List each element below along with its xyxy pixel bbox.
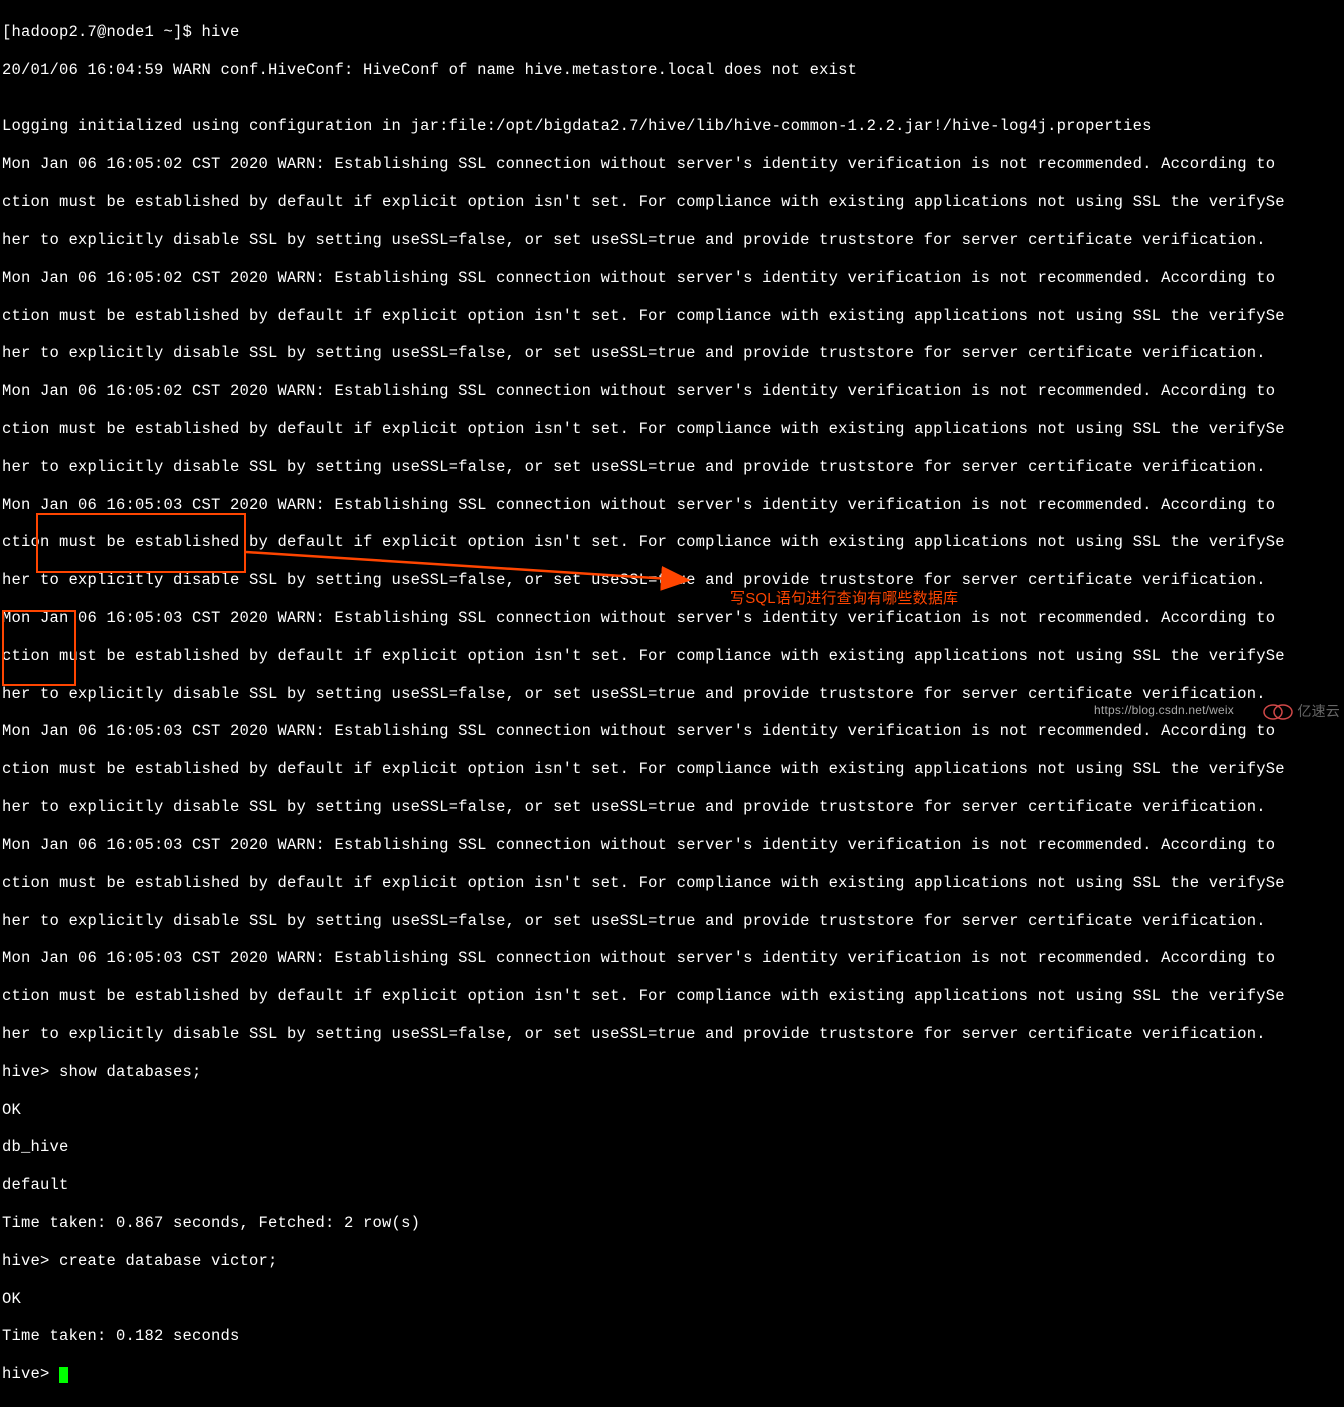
ssl-warn-line: her to explicitly disable SSL by setting… <box>2 571 1342 590</box>
ssl-warn-line: ction must be established by default if … <box>2 193 1342 212</box>
yisu-text: 亿速云 <box>1297 703 1340 720</box>
hive-create-database: hive> create database victor; <box>2 1252 1342 1271</box>
hive-prompt: hive> <box>2 1365 59 1383</box>
ssl-warn-line: ction must be established by default if … <box>2 420 1342 439</box>
logging-line: Logging initialized using configuration … <box>2 117 1342 136</box>
ok-output: OK <box>2 1290 1342 1309</box>
ssl-warn-line: her to explicitly disable SSL by setting… <box>2 1025 1342 1044</box>
ssl-warn-line: Mon Jan 06 16:05:02 CST 2020 WARN: Estab… <box>2 269 1342 288</box>
ssl-warn-line: ction must be established by default if … <box>2 307 1342 326</box>
yisu-watermark: 亿速云 <box>1263 702 1340 722</box>
ssl-warn-line: ction must be established by default if … <box>2 760 1342 779</box>
prompt-line: [hadoop2.7@node1 ~]$ hive <box>2 23 1342 42</box>
ssl-warn-line: ction must be established by default if … <box>2 987 1342 1006</box>
ssl-warn-line: Mon Jan 06 16:05:03 CST 2020 WARN: Estab… <box>2 722 1342 741</box>
ssl-warn-line: ction must be established by default if … <box>2 533 1342 552</box>
ssl-warn-line: ction must be established by default if … <box>2 647 1342 666</box>
hive-prompt-line[interactable]: hive> <box>2 1365 1342 1384</box>
ssl-warn-line: Mon Jan 06 16:05:02 CST 2020 WARN: Estab… <box>2 382 1342 401</box>
yisu-logo-icon <box>1263 702 1293 722</box>
ssl-warn-line: her to explicitly disable SSL by setting… <box>2 912 1342 931</box>
time-taken: Time taken: 0.867 seconds, Fetched: 2 ro… <box>2 1214 1342 1233</box>
db-name: default <box>2 1176 1342 1195</box>
cursor-icon <box>59 1367 68 1383</box>
hive-show-databases: hive> show databases; <box>2 1063 1342 1082</box>
ssl-warn-line: Mon Jan 06 16:05:03 CST 2020 WARN: Estab… <box>2 496 1342 515</box>
ok-output: OK <box>2 1101 1342 1120</box>
ssl-warn-line: ction must be established by default if … <box>2 874 1342 893</box>
ssl-warn-line: her to explicitly disable SSL by setting… <box>2 231 1342 250</box>
ssl-warn-line: Mon Jan 06 16:05:02 CST 2020 WARN: Estab… <box>2 155 1342 174</box>
ssl-warn-line: Mon Jan 06 16:05:03 CST 2020 WARN: Estab… <box>2 609 1342 628</box>
warn-line: 20/01/06 16:04:59 WARN conf.HiveConf: Hi… <box>2 61 1342 80</box>
ssl-warn-line: her to explicitly disable SSL by setting… <box>2 685 1342 704</box>
time-taken: Time taken: 0.182 seconds <box>2 1327 1342 1346</box>
ssl-warn-line: her to explicitly disable SSL by setting… <box>2 458 1342 477</box>
db-name: db_hive <box>2 1138 1342 1157</box>
csdn-watermark: https://blog.csdn.net/weix <box>1094 703 1234 718</box>
ssl-warn-line: Mon Jan 06 16:05:03 CST 2020 WARN: Estab… <box>2 836 1342 855</box>
ssl-warn-line: her to explicitly disable SSL by setting… <box>2 344 1342 363</box>
ssl-warn-line: Mon Jan 06 16:05:03 CST 2020 WARN: Estab… <box>2 949 1342 968</box>
ssl-warn-line: her to explicitly disable SSL by setting… <box>2 798 1342 817</box>
